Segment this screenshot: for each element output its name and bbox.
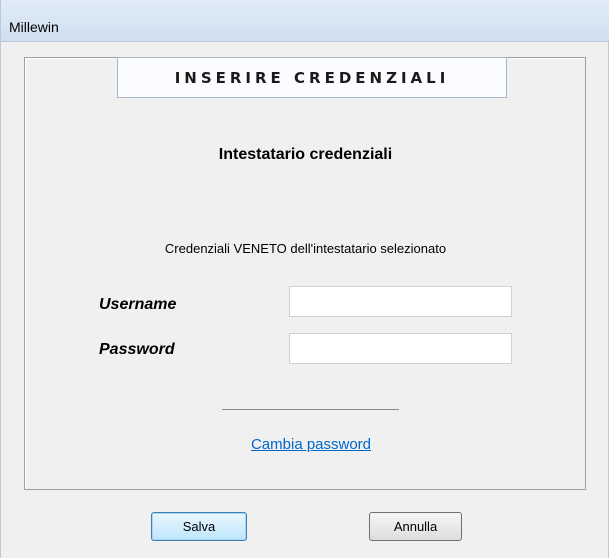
login-window: Millewin INSERIRE CREDENZIALI Intestatar…	[0, 0, 609, 558]
window-title: Millewin	[9, 19, 59, 35]
password-label: Password	[99, 341, 175, 358]
cancel-button[interactable]: Annulla	[369, 512, 462, 541]
credentials-panel	[24, 57, 586, 490]
divider	[222, 409, 399, 410]
username-input[interactable]	[289, 286, 512, 317]
credentials-info-text: Credenziali VENETO dell'intestatario sel…	[164, 241, 447, 256]
title-bar[interactable]: Millewin	[1, 0, 609, 42]
credentials-owner-title: Intestatario credenziali	[218, 146, 393, 163]
change-password-link[interactable]: Cambia password	[1, 436, 609, 453]
save-button[interactable]: Salva	[151, 512, 247, 541]
dialog-header-text: INSERIRE CREDENZIALI	[174, 68, 450, 87]
password-input[interactable]	[289, 333, 512, 364]
dialog-header: INSERIRE CREDENZIALI	[117, 57, 507, 98]
username-label: Username	[99, 296, 177, 313]
